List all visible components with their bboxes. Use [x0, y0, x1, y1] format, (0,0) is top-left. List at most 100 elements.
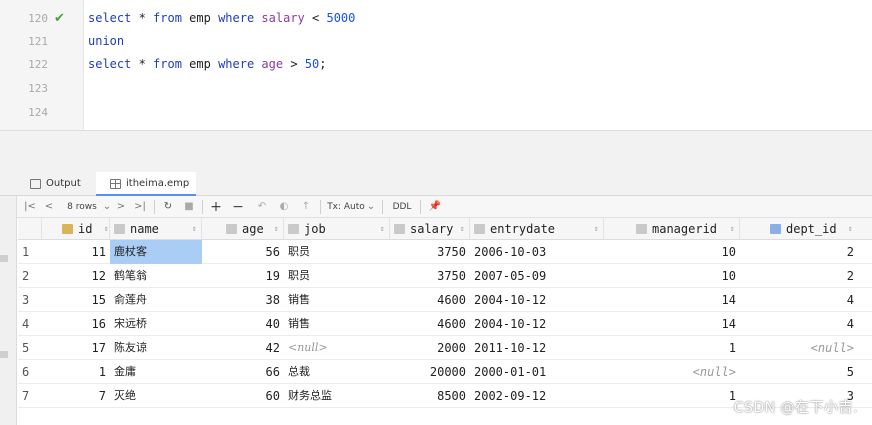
cell-job[interactable]: 职员 [284, 240, 390, 264]
last-page-icon[interactable]: >| [132, 196, 148, 218]
sort-icon[interactable]: ⇕ [460, 218, 465, 240]
sort-icon[interactable]: ⇕ [104, 218, 109, 240]
cell-managerid[interactable]: 1 [604, 336, 740, 360]
sort-icon[interactable]: ⇕ [380, 218, 385, 240]
cell-name[interactable]: 鹿杖客 [110, 240, 202, 264]
chevron-down-icon[interactable]: ⌄ [102, 196, 112, 218]
cell-entrydate[interactable]: 2007-05-09 [470, 264, 604, 288]
cell-id[interactable]: 1 [42, 360, 110, 384]
cell-managerid[interactable]: 10 [604, 240, 740, 264]
cell-job[interactable]: 职员 [284, 264, 390, 288]
sql-editor[interactable]: 120 ✔ select * from emp where salary < 500… [0, 0, 872, 130]
cell-salary[interactable]: 4600 [390, 312, 470, 336]
cell-salary[interactable]: 2000 [390, 336, 470, 360]
cell-age[interactable]: 40 [202, 312, 284, 336]
cell-name[interactable]: 宋远桥 [110, 312, 202, 336]
cell-managerid[interactable]: <null> [604, 360, 740, 384]
cell-entrydate[interactable]: 2000-01-01 [470, 360, 604, 384]
cell-dept-id[interactable]: 2 [740, 240, 858, 264]
table-row[interactable]: 2 12 鹤笔翁 19 职员 3750 2007-05-09 10 2 [18, 264, 872, 288]
transaction-mode-selector[interactable]: Tx: Auto [326, 196, 366, 218]
cell-id[interactable]: 16 [42, 312, 110, 336]
cell-job[interactable]: <null> [284, 336, 390, 360]
column-header-age[interactable]: age ⇕ [202, 218, 284, 240]
code-line[interactable]: 120 ✔ select * from emp where salary < 500… [0, 7, 872, 30]
cell-job[interactable]: 财务总监 [284, 384, 390, 408]
table-row[interactable]: 6 1 金庸 66 总裁 20000 2000-01-01 <null> 5 [18, 360, 872, 384]
table-row[interactable]: 3 15 俞莲舟 38 销售 4600 2004-10-12 14 4 [18, 288, 872, 312]
delete-row-icon[interactable]: − [230, 196, 246, 218]
view-changes-icon[interactable]: ◐ [276, 196, 292, 218]
cell-entrydate[interactable]: 2011-10-12 [470, 336, 604, 360]
first-page-icon[interactable]: |< [22, 196, 38, 218]
column-header-managerid[interactable]: managerid ⇕ [604, 218, 740, 240]
cell-age[interactable]: 56 [202, 240, 284, 264]
sort-icon[interactable]: ⇕ [594, 218, 599, 240]
cell-id[interactable]: 15 [42, 288, 110, 312]
cell-salary[interactable]: 20000 [390, 360, 470, 384]
cell-name[interactable]: 金庸 [110, 360, 202, 384]
cell-age[interactable]: 66 [202, 360, 284, 384]
table-row[interactable]: 5 17 陈友谅 42 <null> 2000 2011-10-12 1 <null> [18, 336, 872, 360]
revert-icon[interactable]: ↶ [254, 196, 270, 218]
column-header-dept-id[interactable]: dept_id ⇕ [740, 218, 858, 240]
table-row[interactable]: 4 16 宋远桥 40 销售 4600 2004-10-12 14 4 [18, 312, 872, 336]
cell-salary[interactable]: 4600 [390, 288, 470, 312]
code-line[interactable]: 122 select * from emp where age > 50; [0, 53, 872, 76]
cell-salary[interactable]: 3750 [390, 264, 470, 288]
tab-itheima-emp[interactable]: itheima.emp × [96, 172, 196, 213]
cell-dept-id[interactable]: 4 [740, 288, 858, 312]
cell-name[interactable]: 俞莲舟 [110, 288, 202, 312]
submit-icon[interactable]: ↑ [298, 196, 314, 218]
cell-entrydate[interactable]: 2004-10-12 [470, 312, 604, 336]
cell-job[interactable]: 销售 [284, 312, 390, 336]
cell-entrydate[interactable]: 2004-10-12 [470, 288, 604, 312]
cell-dept-id[interactable]: 2 [740, 264, 858, 288]
cell-salary[interactable]: 3750 [390, 240, 470, 264]
code-line[interactable]: 123 [0, 77, 872, 100]
cell-id[interactable]: 17 [42, 336, 110, 360]
cell-age[interactable]: 60 [202, 384, 284, 408]
sort-icon[interactable]: ⇕ [192, 218, 197, 240]
cell-name[interactable]: 鹤笔翁 [110, 264, 202, 288]
stop-icon[interactable]: ■ [182, 196, 196, 218]
cell-managerid[interactable]: 14 [604, 312, 740, 336]
cell-entrydate[interactable]: 2006-10-03 [470, 240, 604, 264]
column-header-salary[interactable]: salary ⇕ [390, 218, 470, 240]
code-line[interactable]: 121 union [0, 30, 872, 53]
cell-id[interactable]: 12 [42, 264, 110, 288]
rows-count-selector[interactable]: 8 rows [62, 196, 102, 218]
sort-icon[interactable]: ⇕ [848, 218, 853, 240]
add-row-icon[interactable]: + [208, 196, 224, 218]
cell-name[interactable]: 灭绝 [110, 384, 202, 408]
code-line[interactable]: 124 [0, 101, 872, 124]
reload-icon[interactable]: ↻ [160, 196, 176, 218]
cell-job[interactable]: 销售 [284, 288, 390, 312]
next-page-icon[interactable]: > [114, 196, 128, 218]
column-header-id[interactable]: id ⇕ [42, 218, 110, 240]
cell-managerid[interactable]: 10 [604, 264, 740, 288]
pin-icon[interactable]: 📌 [426, 196, 444, 218]
cell-dept-id[interactable]: 4 [740, 312, 858, 336]
results-grid[interactable]: id ⇕ name ⇕ age ⇕ job ⇕ salary ⇕ entryda… [18, 218, 872, 425]
cell-dept-id[interactable]: 5 [740, 360, 858, 384]
cell-dept-id[interactable]: <null> [740, 336, 858, 360]
cell-job[interactable]: 总裁 [284, 360, 390, 384]
table-row[interactable]: 1 11 鹿杖客 56 职员 3750 2006-10-03 10 2 [18, 240, 872, 264]
cell-name[interactable]: 陈友谅 [110, 336, 202, 360]
cell-salary[interactable]: 8500 [390, 384, 470, 408]
cell-entrydate[interactable]: 2002-09-12 [470, 384, 604, 408]
cell-age[interactable]: 42 [202, 336, 284, 360]
column-header-job[interactable]: job ⇕ [284, 218, 390, 240]
tab-output[interactable]: Output × [16, 172, 96, 213]
prev-page-icon[interactable]: < [42, 196, 56, 218]
cell-id[interactable]: 7 [42, 384, 110, 408]
chevron-down-icon[interactable]: ⌄ [366, 196, 376, 218]
cell-managerid[interactable]: 14 [604, 288, 740, 312]
cell-age[interactable]: 38 [202, 288, 284, 312]
ddl-button[interactable]: DDL [388, 196, 416, 218]
column-header-name[interactable]: name ⇕ [110, 218, 202, 240]
sort-icon[interactable]: ⇕ [730, 218, 735, 240]
cell-age[interactable]: 19 [202, 264, 284, 288]
cell-managerid[interactable]: 1 [604, 384, 740, 408]
